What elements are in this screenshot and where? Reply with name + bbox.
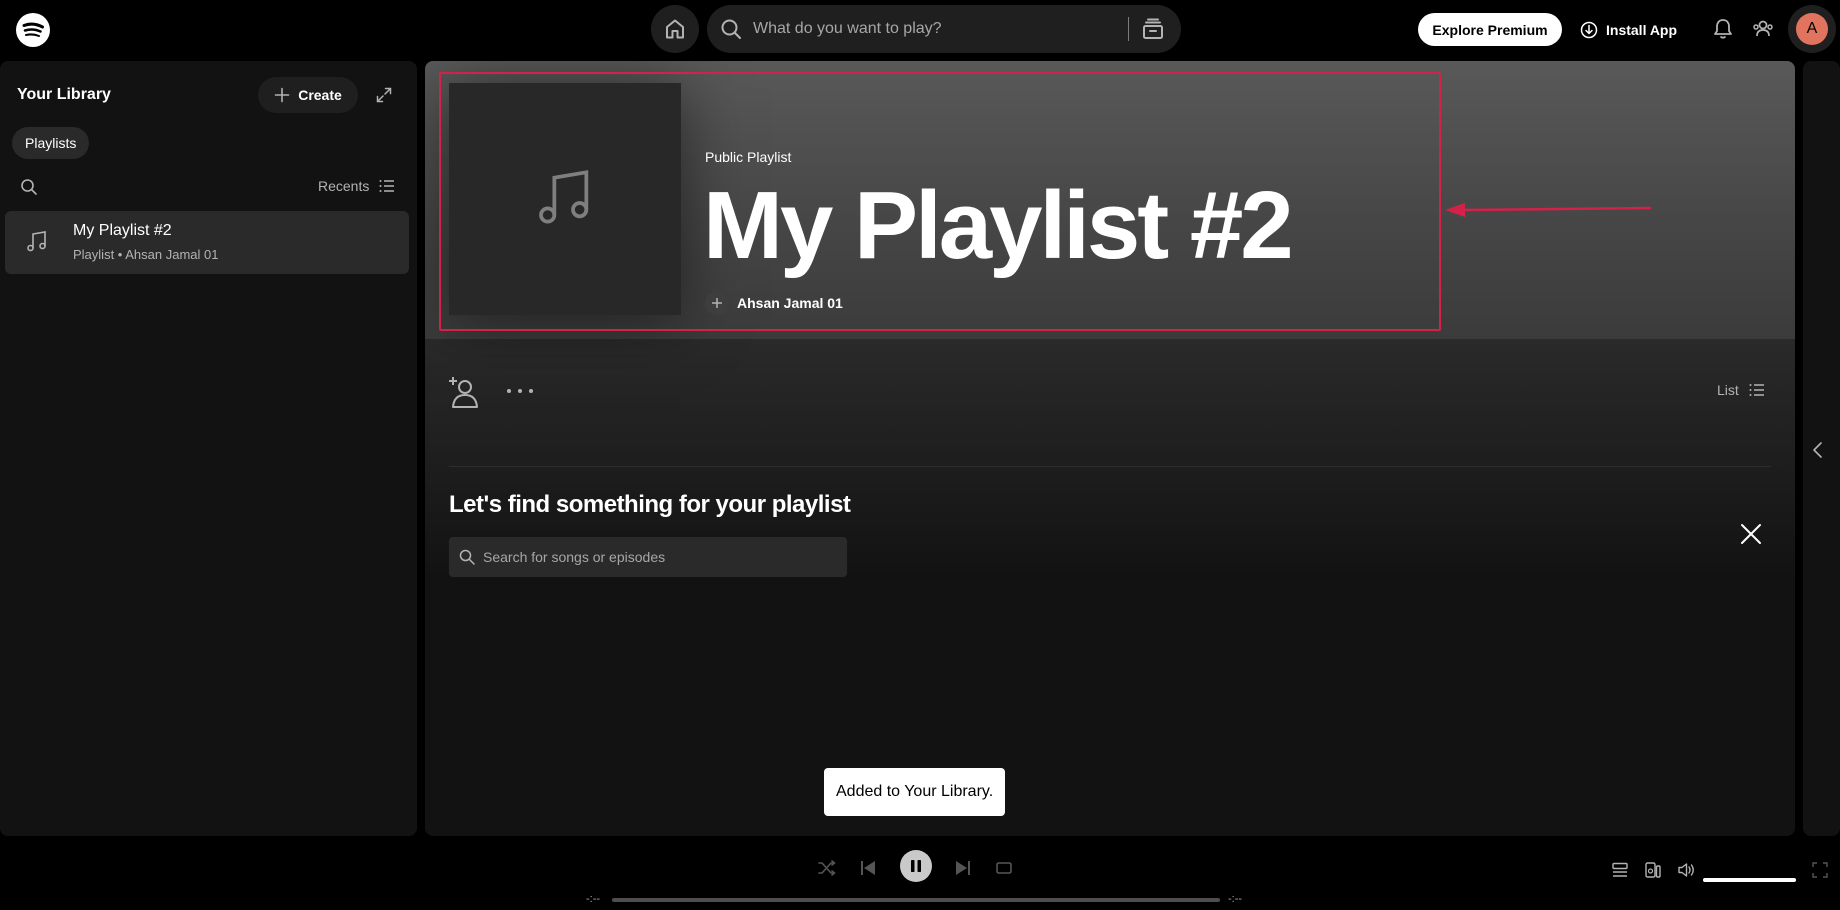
- library-search-button[interactable]: [20, 178, 38, 196]
- library-item-my-playlist-2[interactable]: My Playlist #2 Playlist • Ahsan Jamal 01: [5, 211, 409, 274]
- music-note-icon: [27, 231, 46, 252]
- skip-back-icon: [861, 861, 875, 875]
- volume-slider[interactable]: [1703, 878, 1796, 882]
- annotation-highlight-box: [439, 72, 1441, 331]
- search-icon: [21, 179, 37, 195]
- filter-chip-playlists[interactable]: Playlists: [12, 127, 90, 159]
- total-time: -:--: [1228, 893, 1243, 905]
- annotation-arrow-icon: [1445, 203, 1652, 217]
- global-search-input[interactable]: [753, 20, 1113, 38]
- library-item-title: My Playlist #2: [73, 222, 172, 239]
- skip-forward-icon: [956, 861, 970, 875]
- shuffle-button[interactable]: [818, 860, 836, 876]
- close-find-section-button[interactable]: [1739, 522, 1763, 546]
- section-divider: [449, 466, 1771, 467]
- install-app-button[interactable]: Install App: [1580, 13, 1677, 46]
- browse-icon: [1143, 18, 1163, 39]
- pause-icon: [911, 860, 921, 872]
- list-icon: [379, 180, 395, 192]
- mute-button[interactable]: [1678, 862, 1696, 878]
- main-view: Public Playlist My Playlist #2 Ahsan Jam…: [425, 61, 1795, 836]
- sort-label: Recents: [318, 178, 370, 194]
- playback-progress-bar[interactable]: [612, 898, 1220, 902]
- plus-icon: [274, 87, 290, 103]
- repeat-icon: [996, 862, 1012, 874]
- search-icon: [721, 19, 741, 39]
- play-pause-button[interactable]: [900, 850, 932, 882]
- queue-icon: [1612, 862, 1628, 877]
- user-menu-button[interactable]: A: [1788, 5, 1836, 53]
- avatar: A: [1796, 13, 1828, 45]
- fullscreen-icon: [1812, 862, 1828, 878]
- expand-panel-button[interactable]: [1811, 441, 1825, 459]
- player-bar: -:-- -:--: [0, 836, 1840, 910]
- browse-button[interactable]: [1141, 17, 1165, 41]
- devices-icon: [1645, 862, 1661, 878]
- sort-recents-button[interactable]: Recents: [318, 178, 395, 194]
- library-item-subtitle: Playlist • Ahsan Jamal 01: [73, 247, 219, 262]
- now-playing-panel-collapsed[interactable]: [1803, 61, 1840, 836]
- add-user-icon: [449, 377, 478, 408]
- view-mode-label: List: [1717, 382, 1739, 398]
- more-options-button[interactable]: [505, 381, 535, 401]
- friend-activity-button[interactable]: [1752, 17, 1774, 41]
- search-divider: [1128, 17, 1129, 41]
- notifications-button[interactable]: [1712, 17, 1734, 41]
- explore-premium-button[interactable]: Explore Premium: [1418, 13, 1562, 46]
- install-app-label: Install App: [1606, 21, 1678, 38]
- playlist-thumbnail: [13, 218, 61, 266]
- search-icon: [459, 549, 475, 565]
- shuffle-icon: [818, 860, 836, 876]
- expand-library-button[interactable]: [375, 86, 393, 104]
- expand-arrows-icon: [376, 87, 392, 103]
- bell-icon: [1714, 19, 1732, 39]
- close-icon: [1741, 524, 1761, 544]
- chevron-left-icon: [1813, 442, 1822, 458]
- home-icon: [666, 19, 684, 39]
- volume-icon: [1678, 863, 1694, 877]
- toast-notification: Added to Your Library.: [824, 768, 1006, 816]
- top-bar: Explore Premium Install App A: [0, 0, 1840, 60]
- find-songs-input[interactable]: [483, 549, 833, 565]
- create-button[interactable]: Create: [258, 77, 358, 113]
- previous-track-button[interactable]: [860, 860, 876, 876]
- repeat-button[interactable]: [995, 860, 1013, 876]
- find-songs-search-bar[interactable]: [449, 537, 847, 577]
- create-label: Create: [298, 87, 342, 103]
- next-track-button[interactable]: [955, 860, 971, 876]
- fullscreen-button[interactable]: [1812, 862, 1828, 878]
- list-icon: [1749, 384, 1764, 396]
- global-search-bar[interactable]: [707, 5, 1181, 53]
- friends-icon: [1753, 20, 1773, 37]
- volume-slider-fill: [1703, 878, 1796, 882]
- connect-device-button[interactable]: [1645, 862, 1661, 878]
- elapsed-time: -:--: [586, 893, 601, 905]
- invite-collaborator-button[interactable]: [447, 375, 481, 409]
- view-mode-button[interactable]: List: [1717, 382, 1765, 398]
- library-sidebar: Your Library Create Playlists Recents My…: [0, 61, 417, 836]
- more-dots-icon: [507, 389, 533, 393]
- queue-button[interactable]: [1612, 862, 1628, 878]
- download-icon: [1580, 21, 1598, 38]
- spotify-logo-icon[interactable]: [16, 13, 50, 47]
- home-button[interactable]: [651, 5, 699, 53]
- library-title[interactable]: Your Library: [17, 86, 111, 104]
- find-songs-heading: Let's find something for your playlist: [449, 491, 851, 518]
